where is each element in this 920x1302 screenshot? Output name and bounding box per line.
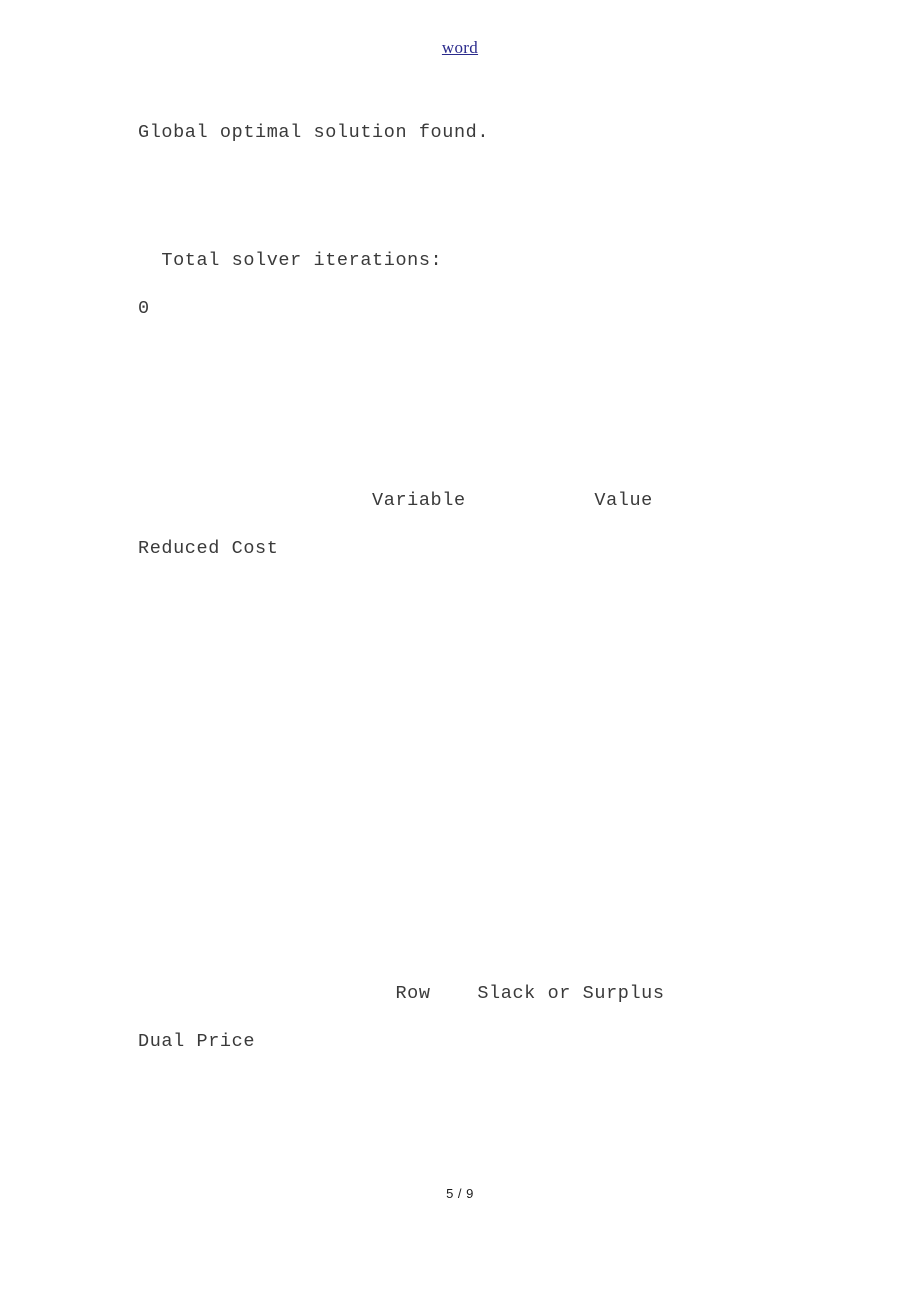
document-header: word xyxy=(0,38,920,58)
dual-price-column-header: Dual Price xyxy=(138,1031,256,1052)
page-number-footer: 5 / 9 xyxy=(446,1186,474,1201)
solver-status-line: Global optimal solution found. xyxy=(138,122,490,143)
total-solver-iterations-label: Total solver iterations: xyxy=(138,250,443,271)
reduced-cost-column-header: Reduced Cost xyxy=(138,538,279,559)
total-solver-iterations-value: 0 xyxy=(138,298,150,319)
row-slack-surplus-column-header: Row Slack or Surplus xyxy=(138,983,665,1004)
variable-value-column-header: Variable Value xyxy=(138,490,653,511)
word-hyperlink[interactable]: word xyxy=(442,38,478,57)
document-page: word Global optimal solution found. Tota… xyxy=(0,0,920,1302)
